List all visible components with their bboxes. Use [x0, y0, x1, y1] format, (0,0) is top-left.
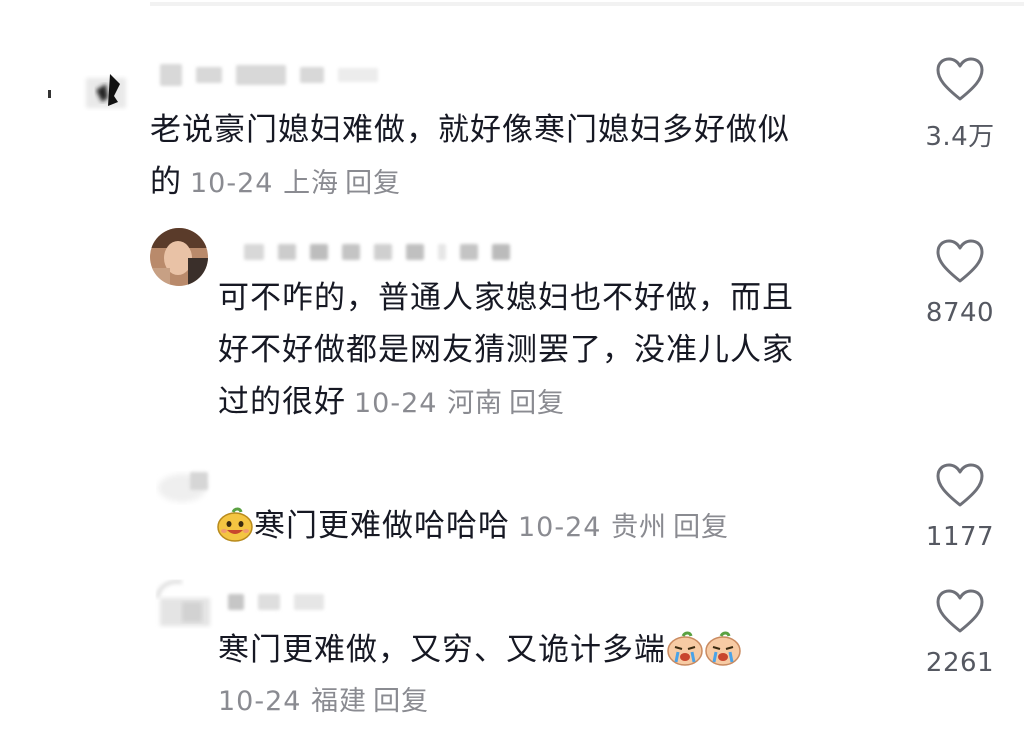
avatar[interactable] [48, 62, 130, 114]
comment-meta: 10-24 贵州 回复 [518, 512, 730, 543]
comment-text: 老说豪门媳妇难做，就好像寒门媳妇多好做似 的 10-24 上海 回复 [150, 112, 790, 200]
crying-sticker-icon [705, 631, 741, 666]
reply-button[interactable]: 回复 [345, 168, 401, 199]
comment-text: 可不咋的，普通人家媳妇也不好做，而且 好不好做都是网友猜测罢了，没准儿人家 过的… [218, 280, 794, 420]
avatar[interactable] [150, 228, 208, 286]
blurred-avatar-image [48, 74, 126, 108]
blurred-avatar-image [156, 580, 210, 626]
heart-icon[interactable] [935, 56, 985, 102]
top-divider [150, 2, 1024, 6]
heart-icon[interactable] [935, 238, 985, 284]
comment-meta: 10-24 河南 回复 [354, 388, 566, 419]
like-button[interactable]: 2261 [918, 588, 1002, 678]
reply-button[interactable]: 回复 [509, 388, 565, 419]
like-button[interactable]: 3.4万 [918, 56, 1002, 153]
comment-text: 寒门更难做，又穷、又诡计多端 10-24 福建 回复 [218, 624, 918, 728]
reply-button[interactable]: 回复 [673, 512, 729, 543]
avatar[interactable] [152, 578, 214, 630]
crying-sticker-icon [667, 631, 703, 666]
like-button[interactable]: 8740 [918, 238, 1002, 328]
heart-icon[interactable] [935, 462, 985, 508]
username-blurred[interactable] [244, 244, 510, 260]
reply-button[interactable]: 回复 [373, 686, 429, 717]
username-blurred[interactable] [160, 64, 378, 86]
username-blurred[interactable] [190, 472, 208, 490]
username-blurred[interactable] [228, 594, 324, 610]
like-count: 1177 [925, 522, 995, 552]
like-count: 3.4万 [925, 122, 995, 152]
heart-icon[interactable] [935, 588, 985, 634]
like-count: 2261 [925, 648, 995, 678]
like-count: 8740 [925, 298, 995, 328]
comment-meta: 10-24 福建 回复 [218, 686, 430, 717]
comment-meta: 10-24 上海 回复 [190, 168, 402, 199]
blurred-avatar-image [150, 228, 208, 286]
grinning-sticker-icon [217, 507, 253, 542]
comment-text: 寒门更难做哈哈哈 10-24 贵州 回复 [216, 500, 916, 554]
like-button[interactable]: 1177 [918, 462, 1002, 552]
